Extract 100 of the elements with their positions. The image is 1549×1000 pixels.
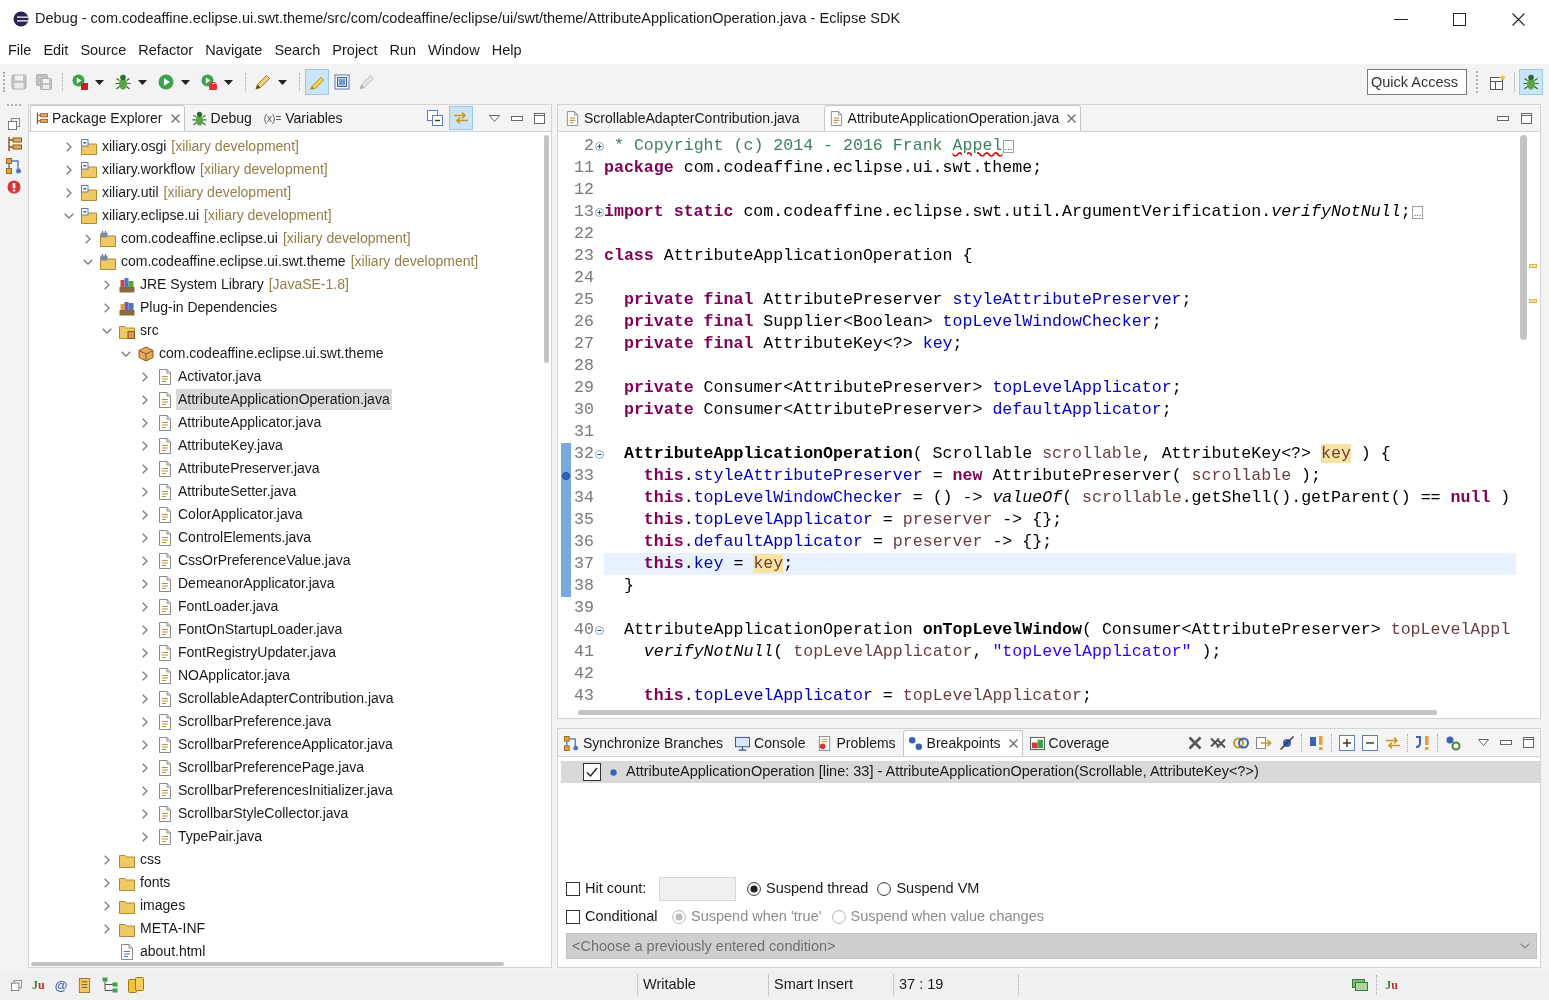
view-tab[interactable]: Synchronize Branches [559,730,729,756]
package-tree-icon[interactable] [6,136,22,152]
tree-item[interactable]: xiliary.workflow [100,159,198,180]
folded-code-icon[interactable] [1411,205,1423,219]
close-icon[interactable] [170,114,180,123]
fold-plus-icon[interactable] [595,207,604,217]
tree-item[interactable]: AttributeSetter.java [176,481,299,502]
stacked-cards-icon[interactable] [1352,977,1369,993]
tree-item[interactable]: ScrollbarPreferencesInitializer.java [176,780,395,801]
tree-item[interactable]: com.codeaffine.eclipse.ui.swt.theme [157,343,386,364]
chevron-right-icon[interactable] [142,417,148,428]
menu-item[interactable]: Run [384,39,422,63]
minimize-icon[interactable] [1497,115,1509,121]
breakpoint-dot-icon[interactable] [561,472,570,480]
chevron-right-icon[interactable] [142,601,148,612]
radio-button[interactable] [831,910,846,924]
tree-item[interactable]: ColorApplicator.java [176,504,305,525]
chevron-right-icon[interactable] [142,693,148,704]
tree-item[interactable]: xiliary.osgi [100,136,169,157]
quick-access-field[interactable]: Quick Access [1367,69,1467,95]
jars-icon[interactable] [128,977,145,993]
restore-icon[interactable] [8,118,20,130]
radio-button[interactable] [877,882,892,896]
letters-icon[interactable]: Ju [32,979,45,991]
view-tab[interactable]: Coverage [1024,730,1115,756]
chevron-right-icon[interactable] [142,532,148,543]
tree-item[interactable]: AttributeKey.java [176,435,285,456]
view-menu-icon[interactable] [489,114,500,122]
chevron-right-icon[interactable] [142,624,148,635]
chevron-down-icon[interactable] [102,327,112,334]
chevron-right-icon[interactable] [104,923,110,934]
chevron-right-icon[interactable] [85,233,91,244]
menu-item[interactable]: Navigate [200,39,268,63]
chevron-right-icon[interactable] [142,509,148,520]
editor-tab[interactable]: AttributeApplicationOperation.java [823,105,1082,131]
minimize-icon[interactable] [511,115,523,121]
chevron-right-icon[interactable] [142,739,148,750]
block-exclamation-icon[interactable] [1308,734,1325,751]
editor-tab[interactable]: ScrollableAdapterContribution.java [560,105,822,131]
tree-item[interactable]: ControlElements.java [176,527,314,548]
fold-minus-icon[interactable] [595,625,604,635]
chevron-down-icon[interactable] [64,212,74,219]
maximize-icon[interactable] [1521,112,1532,124]
chevron-right-icon[interactable] [142,762,148,773]
chevron-right-icon[interactable] [142,394,148,405]
chevron-right-icon[interactable] [66,141,72,152]
tree-item[interactable]: xiliary.util [100,182,161,203]
chevron-right-icon[interactable] [142,808,148,819]
close-icon[interactable] [1067,114,1077,123]
tree-item[interactable]: CssOrPreferenceValue.java [176,550,353,571]
checkbox[interactable] [583,763,601,781]
tree-item[interactable]: ScrollableAdapterContribution.java [176,688,396,709]
chevron-down-icon[interactable] [121,350,131,357]
list-row[interactable]: AttributeApplicationOperation [line: 33] - AttributeApplicationOperation(Scrollable, AttributeKey<?>) [561,761,1540,783]
chevron-right-icon[interactable] [142,371,148,382]
tree-item[interactable]: ScrollbarStyleCollector.java [176,803,351,824]
tree-item[interactable]: css [138,849,163,870]
maximize-icon[interactable] [534,112,545,124]
close-icon[interactable] [1008,739,1018,748]
crossed-dot-icon[interactable] [1278,734,1295,751]
chevron-right-icon[interactable] [142,555,148,566]
chevron-right-icon[interactable] [104,302,110,313]
tree-item[interactable]: DemeanorApplicator.java [176,573,337,594]
checkbox[interactable] [566,882,580,896]
fold-plus-icon[interactable] [595,141,604,151]
tree-item[interactable]: about.html [138,941,208,962]
letters-icon[interactable]: Ju [1385,979,1398,991]
folded-code-icon[interactable] [1003,139,1015,153]
tree-item[interactable]: AttributeApplicationOperation.java [176,389,392,410]
chevron-right-icon[interactable] [66,187,72,198]
menu-item[interactable]: Help [486,39,527,63]
tree-item[interactable]: com.codeaffine.eclipse.ui [119,228,280,249]
radio-button[interactable] [672,910,686,924]
view-tab[interactable]: Package Explorer [30,105,185,131]
chevron-right-icon[interactable] [104,279,110,290]
tree-item[interactable]: TypePair.java [176,826,265,847]
expand-all-icon[interactable] [1338,734,1355,751]
chevron-right-icon[interactable] [142,647,148,658]
chevron-right-icon[interactable] [104,900,110,911]
tree-item[interactable]: JRE System Library [138,274,266,295]
menu-item[interactable]: Project [327,39,383,63]
chevron-right-icon[interactable] [142,716,148,727]
hierarchy-icon[interactable] [102,977,119,993]
tree-item[interactable]: META-INF [138,918,208,939]
chevron-right-icon[interactable] [142,440,148,451]
radio-button[interactable] [747,882,761,896]
tree-item[interactable]: NOApplicator.java [176,665,293,686]
export-icon[interactable] [1255,734,1272,751]
tree-item[interactable]: com.codeaffine.eclipse.ui.swt.theme [119,251,348,272]
branches-icon[interactable] [6,158,22,174]
tree-item[interactable]: FontRegistryUpdater.java [176,642,338,663]
tree-item[interactable]: ScrollbarPreferencePage.java [176,757,366,778]
scrollbar-thumb[interactable] [578,710,1437,715]
scrollbar-thumb[interactable] [1520,135,1527,340]
two-arrows-icon[interactable] [1384,734,1401,751]
tree-item[interactable]: ScrollbarPreference.java [176,711,334,732]
minimize-icon[interactable] [1500,740,1512,745]
scrollbar-thumb[interactable] [31,962,504,966]
menu-item[interactable]: Search [269,39,326,63]
view-tab[interactable]: Debug [186,105,257,131]
